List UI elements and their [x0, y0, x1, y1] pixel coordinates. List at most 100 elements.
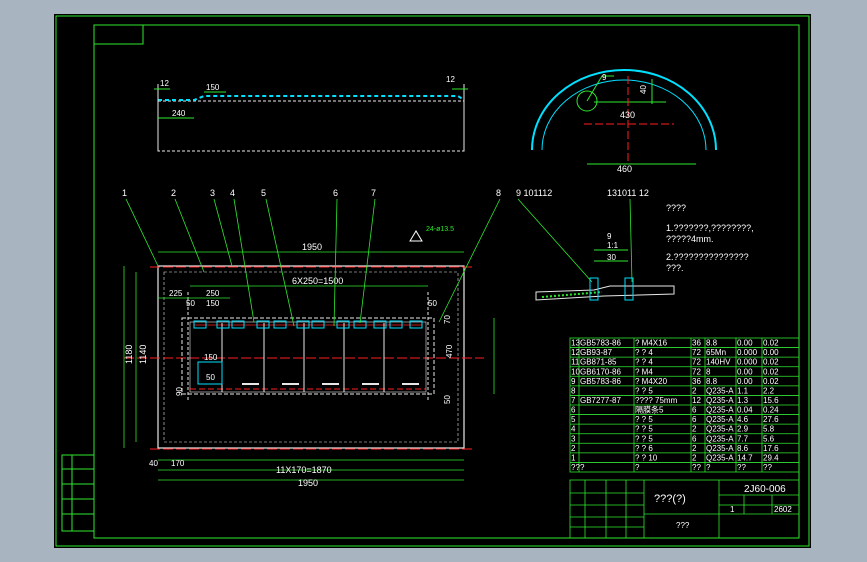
bom-cell-wt: 0.00 [737, 377, 753, 386]
bom-cell-qty: 36 [692, 339, 701, 348]
bom-cell-twt: 27.6 [763, 415, 779, 424]
notes-line2b: ???. [666, 263, 684, 273]
dim-40: 40 [149, 459, 158, 468]
bom-cell-wt: 0.00 [737, 339, 753, 348]
dim-1950-top: 1950 [302, 242, 322, 252]
bom-cell-mat: 8 [706, 367, 711, 376]
bom-cell-mat: 65Mn [706, 348, 726, 357]
bom-cell-twt: 2.2 [763, 386, 775, 395]
bom-cell-no: 3 [571, 434, 576, 443]
bom-cell-code: ? [580, 463, 585, 472]
bom-cell-name: ? M4X16 [635, 339, 668, 348]
bom-cell-mat: ? [706, 463, 711, 472]
dim-150a: 150 [206, 299, 220, 308]
dim-50a: 50 [186, 299, 195, 308]
bom-cell-qty: 72 [692, 367, 701, 376]
part-balloons [125, 198, 501, 327]
bom-cell-wt: 2.9 [737, 425, 749, 434]
bom-cell-mat: 8.8 [706, 339, 718, 348]
dim-50-right: 50 [428, 299, 437, 308]
bom-cell-wt: ?? [737, 463, 746, 472]
bom-cell-name: ? ? 5 [635, 425, 653, 434]
bom-cell-code: GB7277-87 [580, 396, 621, 405]
main-view: 1950 6X250=1500 225 250 50 150 50 70 470… [123, 226, 495, 488]
detail-balloons-left: 9 101112 [516, 188, 552, 198]
bom-cell-code: GB6170-86 [580, 367, 621, 376]
bom-cell-no: 9 [571, 377, 576, 386]
top-dim-12-left: 12 [160, 79, 169, 88]
dim-1950-bottom: 1950 [298, 478, 318, 488]
arc-dim-430: 430 [620, 110, 635, 120]
bom-cell-no: 6 [571, 406, 576, 415]
bom-cell-wt: 0.000 [737, 348, 758, 357]
bolt-detail [517, 198, 675, 301]
bom-cell-name: ? M4 [635, 367, 653, 376]
top-view: 12 12 150 240 [154, 75, 468, 152]
bom-cell-qty: 12 [692, 396, 701, 405]
balloon-2: 2 [171, 188, 176, 198]
dim-1140: 1140 [138, 345, 148, 364]
bom-cell-wt: 1.1 [737, 386, 749, 395]
bom-cell-qty: 6 [692, 406, 697, 415]
bom-cell-mat: Q235-A [706, 406, 734, 415]
bom-cell-code: GB871-85 [580, 358, 617, 367]
top-dim-12-right: 12 [446, 75, 455, 84]
notes-title: ???? [666, 203, 686, 213]
bom-cell-name: ? ? 5 [635, 434, 653, 443]
bom-cell-twt: 0.02 [763, 358, 779, 367]
dim-470: 470 [445, 344, 454, 358]
bom-cell-qty: 2 [692, 444, 697, 453]
detail-balloons-right: 131011 12 [607, 188, 649, 198]
detail-dim-11: 1:1 [607, 241, 619, 250]
bom-cell-twt: ?? [763, 463, 772, 472]
dim-50-bottom-right: 50 [443, 395, 452, 404]
drawing-sheet: 12 12 150 240 9 40 430 460 1950 6X250=15… [55, 15, 810, 547]
arc-section-view: 9 40 430 460 [531, 69, 717, 174]
dim-50-small: 50 [206, 373, 215, 382]
bom-cell-wt: 7.7 [737, 434, 749, 443]
dim-11x170: 11X170=1870 [276, 465, 332, 475]
bom-cell-qty: 2 [692, 453, 697, 462]
balloon-1: 1 [122, 188, 127, 198]
notes-line1b: ?????4mm. [666, 234, 714, 244]
bom-cell-qty: 2 [692, 425, 697, 434]
bom-cell-no: 7 [571, 396, 576, 405]
bom-cell-mat: Q235-A [706, 434, 734, 443]
top-dim-150: 150 [206, 83, 220, 92]
bom-cell-twt: 0.02 [763, 377, 779, 386]
bom-cell-twt: 5.6 [763, 434, 775, 443]
bom-cell-wt: 0.00 [737, 367, 753, 376]
notes-line2a: 2.??????????????? [666, 252, 749, 262]
dim-1180: 1180 [124, 345, 134, 364]
balloon-8: 8 [496, 188, 501, 198]
balloon-6: 6 [333, 188, 338, 198]
bom-cell-name: ? ? 4 [635, 358, 653, 367]
bom-cell-wt: 1.3 [737, 396, 749, 405]
top-dim-240: 240 [172, 109, 186, 118]
balloon-5: 5 [261, 188, 266, 198]
bom-cell-qty: ?? [692, 463, 701, 472]
arc-dim-460: 460 [617, 164, 632, 174]
bom-cell-twt: 29.4 [763, 453, 779, 462]
technical-notes: ???? 1.???????,????????, ?????4mm. 2.???… [666, 203, 754, 273]
bom-cell-mat: Q235-A [706, 444, 734, 453]
bom-cell-mat: 140HV [706, 358, 731, 367]
bom-cell-mat: Q235-A [706, 415, 734, 424]
title-block-sheet: 2602 [774, 505, 792, 514]
bom-cell-twt: 0.24 [763, 406, 779, 415]
bom-cell-name: ? ? 6 [635, 444, 653, 453]
bom-cell-name: ???? 75mm [635, 396, 678, 405]
title-block-company: ??? [676, 521, 690, 530]
bom-cell-twt: 0.02 [763, 339, 779, 348]
bom-cell-no: 8 [571, 386, 576, 395]
bom-cell-qty: 6 [692, 415, 697, 424]
bom-cell-code: GB5783-86 [580, 339, 621, 348]
bom-cell-twt: 15.6 [763, 396, 779, 405]
side-stamp-table [61, 454, 95, 532]
bom-cell-code: GB5783-86 [580, 377, 621, 386]
bom-cell-wt: 14.7 [737, 453, 753, 462]
dim-250: 250 [206, 289, 220, 298]
bom-cell-qty: 6 [692, 434, 697, 443]
bom-cell-mat: Q235-A [706, 453, 734, 462]
bom-cell-name: ? [635, 463, 640, 472]
